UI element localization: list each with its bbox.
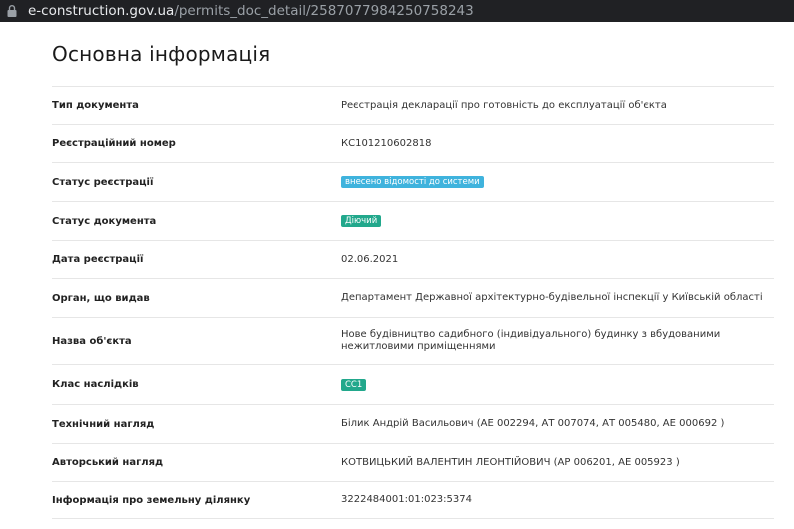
row-label: Дата реєстрації xyxy=(52,254,144,265)
main-content: Основна інформація Тип документа Реєстра… xyxy=(0,22,774,519)
row-label: Статус документа xyxy=(52,215,157,227)
url-host[interactable]: e-construction.gov.ua xyxy=(28,3,174,19)
row-value: 02.06.2021 xyxy=(341,253,399,265)
row-registration-status: Статус реєстрації внесено відомості до с… xyxy=(52,162,774,201)
row-value: Білик Андрій Васильович (АЕ 002294, АТ 0… xyxy=(341,418,725,429)
page-title: Основна інформація xyxy=(52,42,271,66)
row-value: КС101210602818 xyxy=(341,137,432,149)
row-value: КОТВИЦЬКИЙ ВАЛЕНТИН ЛЕОНТІЙОВИЧ (АР 0062… xyxy=(341,456,680,468)
row-label: Авторський нагляд xyxy=(52,457,164,468)
lock-icon[interactable] xyxy=(6,4,18,18)
row-consequence-class: Клас наслідків СС1 xyxy=(52,364,774,404)
row-value: Діючий xyxy=(341,215,774,227)
row-label: Технічний нагляд xyxy=(52,418,155,430)
url-path[interactable]: /permits_doc_detail/2587077984250758243 xyxy=(174,3,473,19)
row-label: Реєстраційний номер xyxy=(52,138,176,149)
row-label: Статус реєстрації xyxy=(52,176,154,188)
row-object-name: Назва об'єкта Нове будівництво садибного… xyxy=(52,317,774,364)
row-value: Департамент Державної архітектурно-будів… xyxy=(341,292,763,303)
row-land-plot-info: Інформація про земельну ділянку 32224840… xyxy=(52,481,774,519)
address-bar[interactable]: e-construction.gov.ua/permits_doc_detail… xyxy=(0,0,794,22)
row-document-status: Статус документа Діючий xyxy=(52,201,774,240)
status-badge: Діючий xyxy=(341,215,382,227)
row-value: внесено відомості до системи xyxy=(341,176,774,188)
row-author-supervision: Авторський нагляд КОТВИЦЬКИЙ ВАЛЕНТИН ЛЕ… xyxy=(52,443,774,481)
status-badge: внесено відомості до системи xyxy=(341,176,484,188)
row-registration-date: Дата реєстрації 02.06.2021 xyxy=(52,240,774,278)
row-label: Тип документа xyxy=(52,100,139,111)
row-label: Інформація про земельну ділянку xyxy=(52,494,251,506)
row-label: Клас наслідків xyxy=(52,379,139,390)
row-value: Реєстрація декларації про готовність до … xyxy=(341,99,667,111)
row-label: Орган, що видав xyxy=(52,292,150,304)
row-registration-number: Реєстраційний номер КС101210602818 xyxy=(52,124,774,162)
row-technical-supervision: Технічний нагляд Білик Андрій Васильович… xyxy=(52,404,774,443)
class-badge: СС1 xyxy=(341,378,367,391)
row-issuing-authority: Орган, що видав Департамент Державної ар… xyxy=(52,278,774,317)
row-document-type: Тип документа Реєстрація декларації про … xyxy=(52,86,774,124)
row-label: Назва об'єкта xyxy=(52,335,132,347)
row-value: СС1 xyxy=(341,378,774,391)
row-value: 3222484001:01:023:5374 xyxy=(341,494,472,505)
row-value: Нове будівництво садибного (індивідуальн… xyxy=(341,329,721,352)
